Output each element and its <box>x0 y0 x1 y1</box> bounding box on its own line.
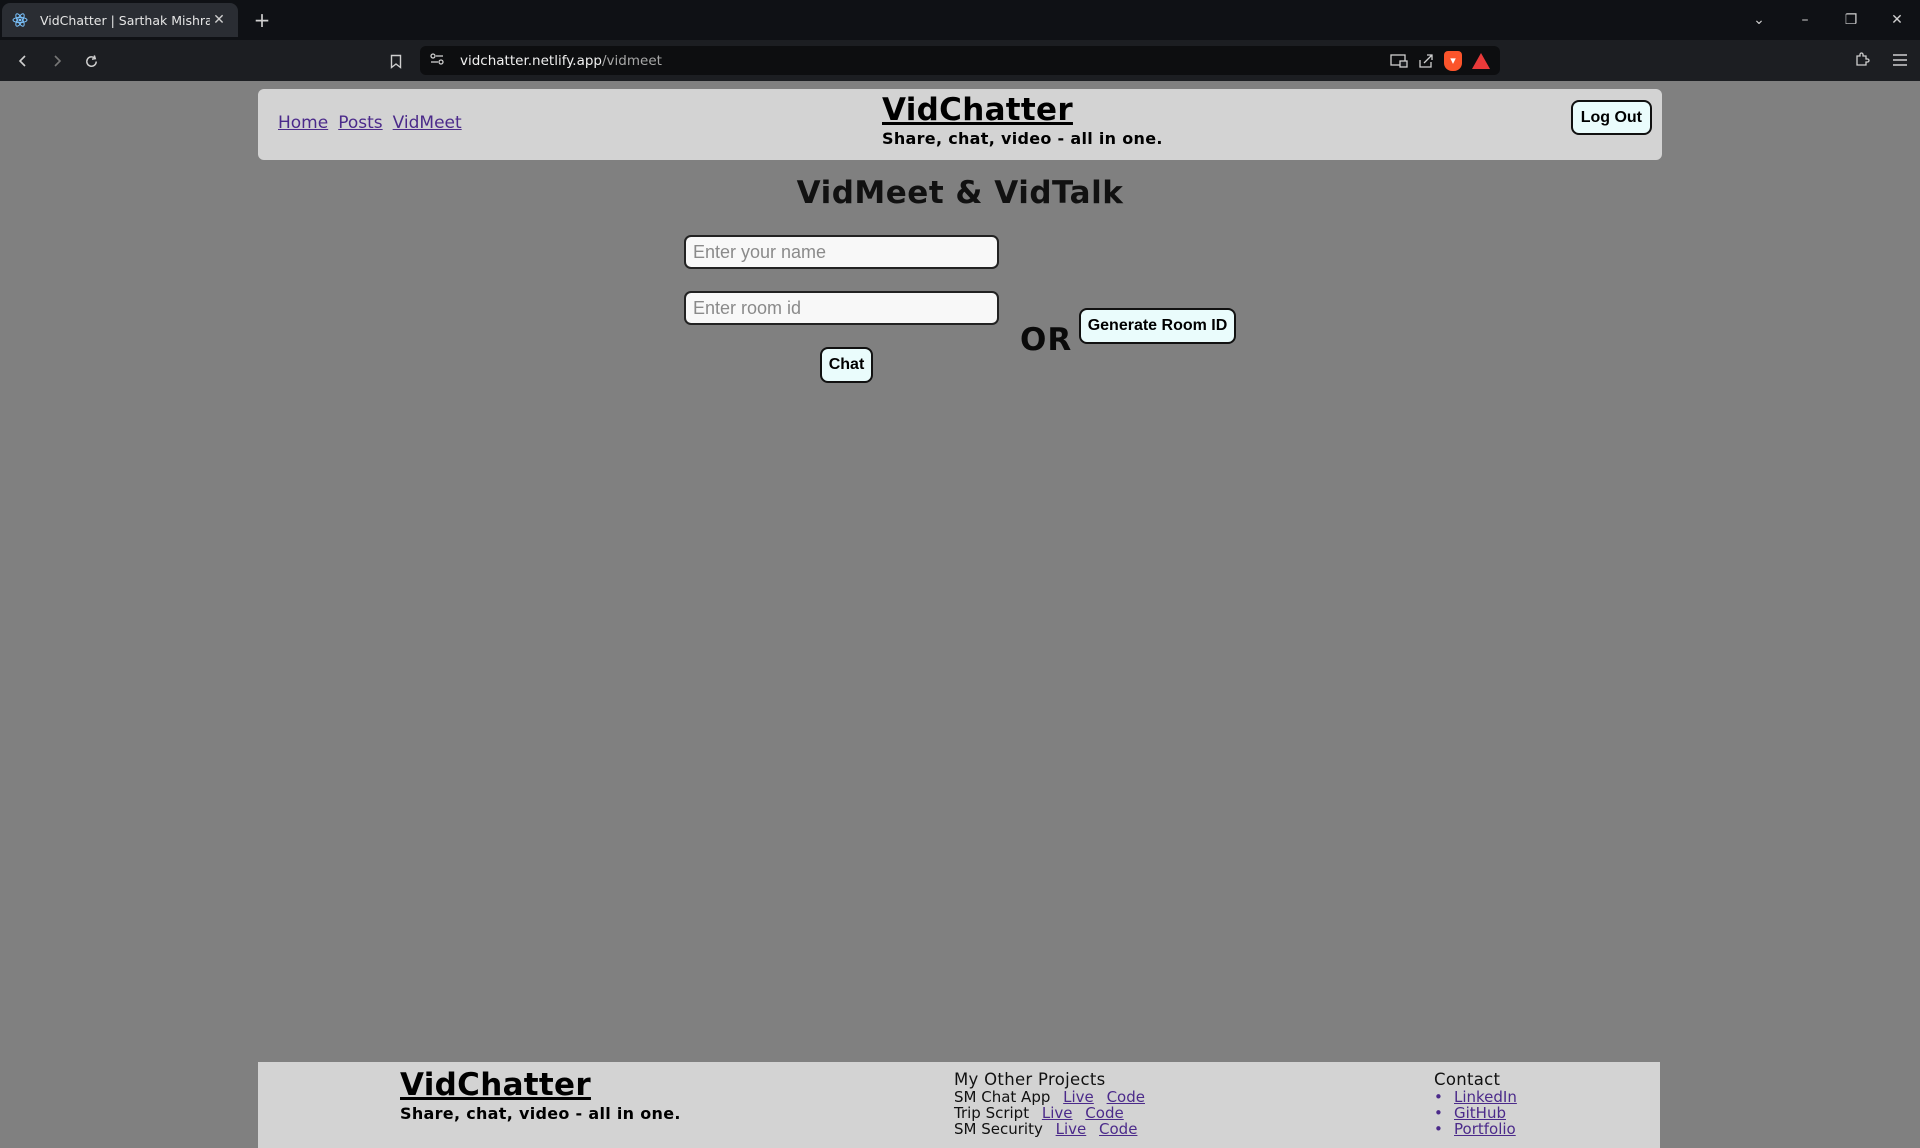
nav-link-posts[interactable]: Posts <box>338 113 382 133</box>
header-brand: VidChatter Share, chat, video - all in o… <box>882 93 1163 148</box>
footer-brand: VidChatter Share, chat, video - all in o… <box>400 1068 681 1123</box>
cast-icon[interactable] <box>1390 53 1408 68</box>
extensions-icon[interactable] <box>1852 48 1872 72</box>
url-host: vidchatter.netlify.app <box>460 52 602 69</box>
page-title: VidMeet & VidTalk <box>796 175 1124 211</box>
room-id-input[interactable] <box>684 291 999 325</box>
tab-search-icon[interactable]: ⌄ <box>1736 0 1782 40</box>
back-icon[interactable] <box>10 48 36 74</box>
bookmark-icon[interactable] <box>384 48 408 74</box>
tab-title: VidChatter | Sarthak Mishra <box>40 12 210 28</box>
chat-button[interactable]: Chat <box>820 347 873 383</box>
generate-room-id-button[interactable]: Generate Room ID <box>1079 308 1236 344</box>
site-header: Home Posts VidMeet VidChatter Share, cha… <box>258 89 1662 160</box>
site-footer: VidChatter Share, chat, video - all in o… <box>258 1062 1660 1148</box>
bullet-icon: • <box>1434 1120 1443 1138</box>
browser-tab[interactable]: VidChatter | Sarthak Mishra ✕ <box>2 3 238 37</box>
logout-button[interactable]: Log Out <box>1570 100 1652 135</box>
close-window-icon[interactable]: ✕ <box>1874 0 1920 40</box>
brave-rewards-icon[interactable] <box>1472 52 1490 69</box>
footer-brand-tagline: Share, chat, video - all in one. <box>400 1104 681 1124</box>
project-live-link[interactable]: Live <box>1056 1120 1087 1138</box>
brave-shields-icon[interactable]: ▾ <box>1444 50 1462 71</box>
brand-title[interactable]: VidChatter <box>882 93 1163 127</box>
bullet-icon: • <box>1434 1104 1443 1122</box>
project-item: Trip Script Live Code <box>954 1105 1145 1121</box>
omnibox-actions: ▾ <box>1390 49 1490 72</box>
projects-heading: My Other Projects <box>954 1070 1106 1089</box>
list-item: • Portfolio <box>1434 1121 1517 1137</box>
nav-link-home[interactable]: Home <box>278 113 328 133</box>
forward-icon[interactable] <box>44 48 70 74</box>
list-item: • GitHub <box>1434 1105 1517 1121</box>
restore-icon[interactable]: ❐ <box>1828 0 1874 40</box>
list-item: • LinkedIn <box>1434 1089 1517 1105</box>
name-input[interactable] <box>684 235 999 269</box>
window-controls: ⌄ – ❐ ✕ <box>1736 0 1920 40</box>
menu-icon[interactable] <box>1890 48 1910 72</box>
project-code-link[interactable]: Code <box>1099 1120 1137 1138</box>
or-separator: OR <box>1020 322 1073 358</box>
tab-close-icon[interactable]: ✕ <box>210 12 228 28</box>
brand-tagline: Share, chat, video - all in one. <box>882 129 1163 149</box>
new-tab-icon[interactable]: + <box>250 8 274 32</box>
bullet-icon: • <box>1434 1088 1443 1106</box>
contact-heading: Contact <box>1434 1070 1501 1089</box>
reload-icon[interactable] <box>78 48 104 74</box>
project-name: SM Security <box>954 1120 1043 1138</box>
react-favicon-icon <box>12 12 28 28</box>
footer-contact: Contact • LinkedIn • GitHub • Portfolio <box>1434 1070 1517 1137</box>
minimize-icon[interactable]: – <box>1782 0 1828 40</box>
footer-brand-title[interactable]: VidChatter <box>400 1068 681 1102</box>
share-icon[interactable] <box>1418 53 1434 69</box>
url-path: /vidmeet <box>602 52 662 69</box>
footer-projects: My Other Projects SM Chat App Live Code … <box>954 1070 1145 1137</box>
nav-link-vidmeet[interactable]: VidMeet <box>393 113 462 133</box>
browser-tab-strip: VidChatter | Sarthak Mishra ✕ + ⌄ – ❐ ✕ <box>0 0 1920 40</box>
address-bar[interactable]: vidchatter.netlify.app/vidmeet ▾ <box>420 46 1500 75</box>
contact-link-portfolio[interactable]: Portfolio <box>1454 1120 1516 1138</box>
main-nav: Home Posts VidMeet <box>278 113 462 133</box>
site-info-icon[interactable] <box>430 52 448 69</box>
project-item: SM Chat App Live Code <box>954 1089 1145 1105</box>
project-item: SM Security Live Code <box>954 1121 1145 1137</box>
browser-toolbar-right <box>1852 48 1910 72</box>
contact-list: • LinkedIn • GitHub • Portfolio <box>1434 1089 1517 1137</box>
